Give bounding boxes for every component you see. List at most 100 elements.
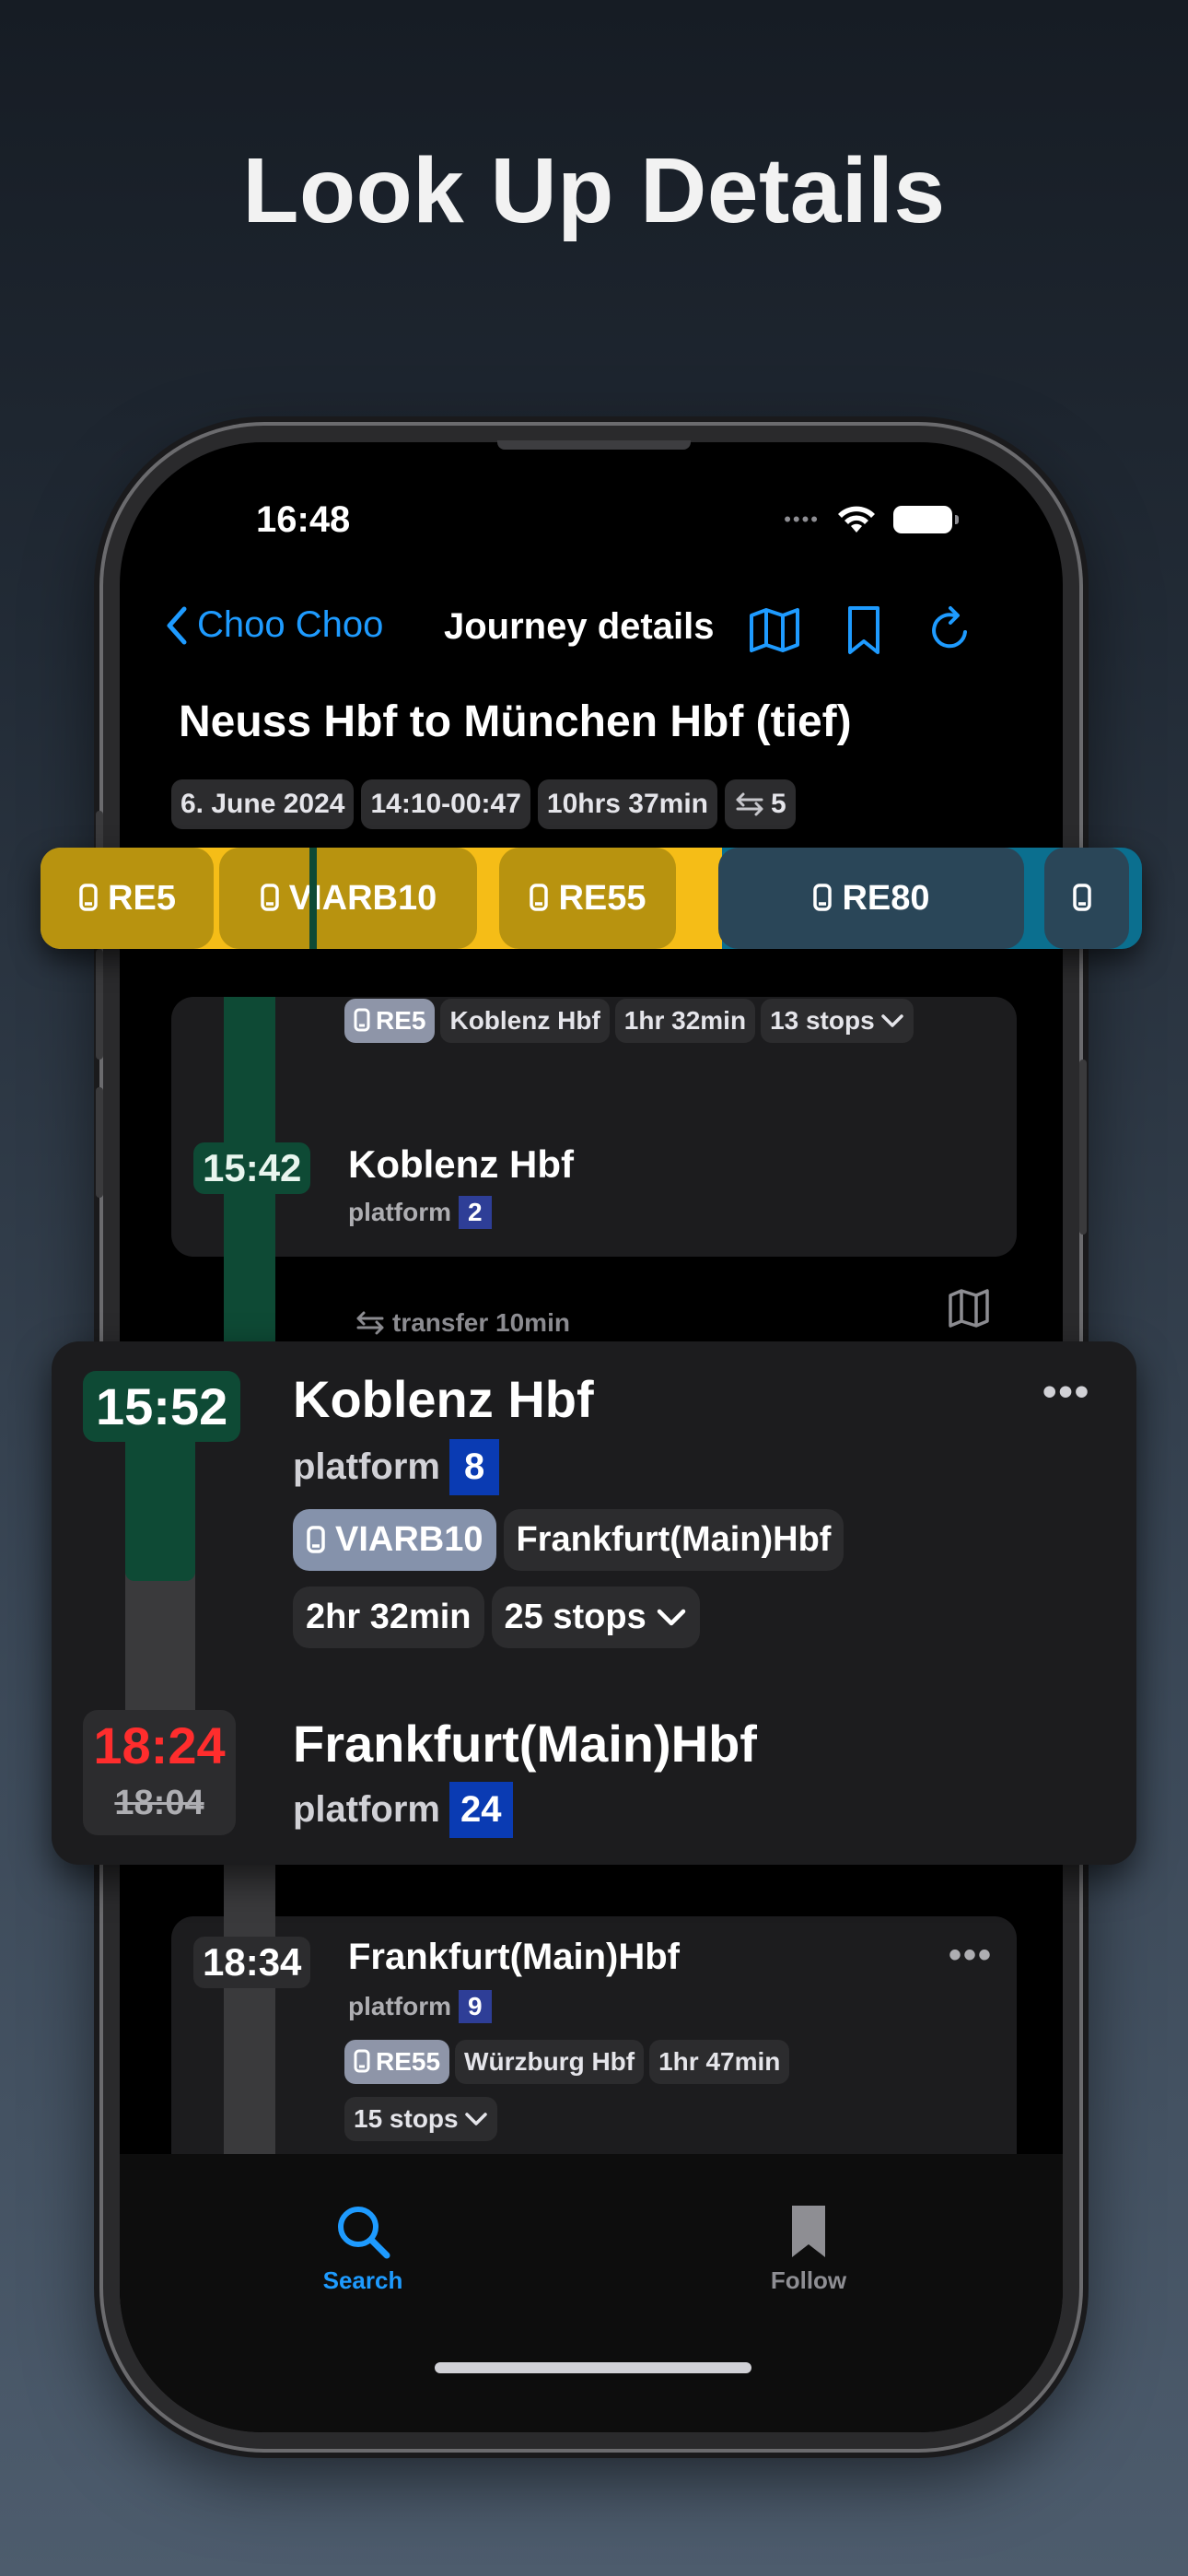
transfer-icon (356, 1311, 384, 1335)
card3-stops-toggle[interactable]: 15 stops (344, 2097, 497, 2141)
leg-detail-card[interactable]: 15:52 Koblenz Hbf ••• platform 8 VIARB10… (52, 1341, 1136, 1865)
detail-arrival-time-box: 18:24 18:04 (83, 1710, 236, 1835)
strip-label-re55: RE55 (558, 878, 646, 918)
card1-stops-toggle[interactable]: 13 stops (761, 999, 914, 1043)
card1-arrival-time: 15:42 (193, 1142, 311, 1194)
detail-chips-row1: VIARB10 Frankfurt(Main)Hbf (293, 1509, 844, 1571)
back-button-label: Choo Choo (197, 604, 384, 645)
detail-arr-platform-label: platform (293, 1789, 440, 1830)
search-icon (338, 2207, 390, 2259)
card1-platform: platform 2 (348, 1196, 492, 1229)
map-icon[interactable] (748, 606, 801, 654)
phone-volume-up (96, 949, 103, 1060)
train-icon (261, 884, 279, 911)
detail-arrival-platform: platform 24 (293, 1782, 513, 1838)
transfer-icon (736, 792, 763, 816)
phone-top-notch (497, 440, 691, 450)
back-button[interactable]: Choo Choo (164, 604, 383, 646)
cellular-signal-icon: •••• (784, 508, 820, 531)
transfer-row: transfer 10min (355, 1308, 570, 1338)
tab-bar: Search Follow (120, 2154, 1063, 2432)
transfer-map-icon[interactable] (947, 1288, 991, 1329)
card1-train-chip[interactable]: RE5 (344, 999, 436, 1043)
bookmark-icon[interactable] (845, 604, 882, 656)
card1-station: Koblenz Hbf (348, 1142, 574, 1186)
strip-segment-viarb10[interactable]: VIARB10 (219, 848, 477, 949)
train-icon (354, 2049, 370, 2073)
card1-chips: RE5 Koblenz Hbf 1hr 32min 13 stops (344, 999, 914, 1043)
card3-time: 18:34 (193, 1937, 311, 1988)
card3-stops-row: 15 stops (344, 2097, 497, 2141)
detail-departure-platform: platform 8 (293, 1439, 500, 1495)
strip-label-re80: RE80 (842, 878, 930, 918)
card3-platform-label: platform (348, 1992, 451, 2020)
card3-train-chip[interactable]: RE55 (344, 2040, 450, 2084)
detail-train-chip[interactable]: VIARB10 (293, 1509, 496, 1571)
detail-destination: Frankfurt(Main)Hbf (503, 1509, 844, 1571)
card3-duration: 1hr 47min (649, 2040, 790, 2084)
card1-platform-label: platform (348, 1198, 451, 1226)
chevron-down-icon (464, 2113, 487, 2125)
transfer-label: transfer 10min (392, 1308, 570, 1337)
phone-volume-down (96, 1087, 103, 1198)
card1-duration: 1hr 32min (614, 999, 756, 1043)
detail-stops-toggle[interactable]: 25 stops (491, 1587, 700, 1648)
strip-segment-re55[interactable]: RE55 (499, 848, 676, 949)
detail-train: VIARB10 (335, 1520, 483, 1559)
card3-destination: Würzburg Hbf (455, 2040, 645, 2084)
journey-transfers-count: 5 (771, 789, 786, 819)
card1-line (224, 997, 275, 1257)
card3-chips: RE55 Würzburg Hbf 1hr 47min (344, 2040, 790, 2084)
bookmark-filled-icon (792, 2206, 825, 2257)
card1-stops: 13 stops (770, 1006, 875, 1035)
journey-duration: 10hrs 37min (537, 779, 717, 829)
journey-title: Neuss Hbf to München Hbf (tief) (179, 697, 852, 746)
status-bar: 16:48 •••• (120, 499, 1063, 555)
detail-duration: 2hr 32min (293, 1587, 484, 1648)
train-icon (813, 884, 833, 911)
card1-destination: Koblenz Hbf (440, 999, 610, 1043)
card3-platform: platform 9 (348, 1990, 492, 2023)
detail-dep-platform-number: 8 (449, 1439, 500, 1495)
chevron-down-icon (880, 1014, 903, 1027)
card3-train: RE55 (376, 2047, 441, 2076)
strip-position-marker (309, 848, 317, 949)
tab-follow[interactable]: Follow (716, 2202, 901, 2295)
card3-stops: 15 stops (354, 2104, 459, 2133)
tab-follow-label: Follow (770, 2266, 847, 2294)
detail-arrival-scheduled-time: 18:04 (114, 1784, 204, 1822)
card1-platform-number: 2 (459, 1196, 492, 1229)
strip-segment-next[interactable] (1044, 848, 1129, 949)
strip-label-re5: RE5 (108, 878, 176, 918)
battery-icon (893, 506, 959, 533)
refresh-icon[interactable] (926, 604, 974, 656)
train-icon (530, 884, 549, 911)
detail-arrival-station: Frankfurt(Main)Hbf (293, 1715, 757, 1773)
journey-transfers: 5 (725, 779, 796, 829)
chevron-down-icon (657, 1609, 685, 1625)
detail-dep-platform-label: platform (293, 1446, 440, 1487)
train-icon (307, 1525, 325, 1553)
detail-stops: 25 stops (504, 1598, 646, 1636)
phone-power-button (1079, 1060, 1087, 1235)
card1-train: RE5 (376, 1006, 426, 1035)
detail-departure-station: Koblenz Hbf (293, 1370, 594, 1428)
strip-segment-re5[interactable]: RE5 (41, 848, 214, 949)
journey-summary-chips: 6. June 2024 14:10-00:47 10hrs 37min 5 (171, 779, 796, 829)
detail-departure-time: 15:52 (83, 1371, 241, 1442)
detail-more-icon[interactable]: ••• (1042, 1369, 1090, 1415)
tab-search[interactable]: Search (271, 2202, 455, 2295)
strip-segment-re80[interactable]: RE80 (718, 848, 1024, 949)
detail-arr-platform-number: 24 (449, 1782, 513, 1838)
train-strip: RE5 VIARB10 RE55 RE80 (41, 848, 1142, 949)
journey-date: 6. June 2024 (171, 779, 355, 829)
status-time: 16:48 (256, 499, 351, 540)
train-icon (1073, 884, 1091, 911)
card3-station: Frankfurt(Main)Hbf (348, 1937, 680, 1977)
detail-chips-row2: 2hr 32min 25 stops (293, 1587, 700, 1648)
train-icon (354, 1008, 370, 1032)
card3-platform-number: 9 (459, 1990, 492, 2023)
card3-more-icon[interactable]: ••• (949, 1935, 993, 1976)
train-icon (79, 884, 98, 911)
tab-search-label: Search (322, 2266, 403, 2294)
